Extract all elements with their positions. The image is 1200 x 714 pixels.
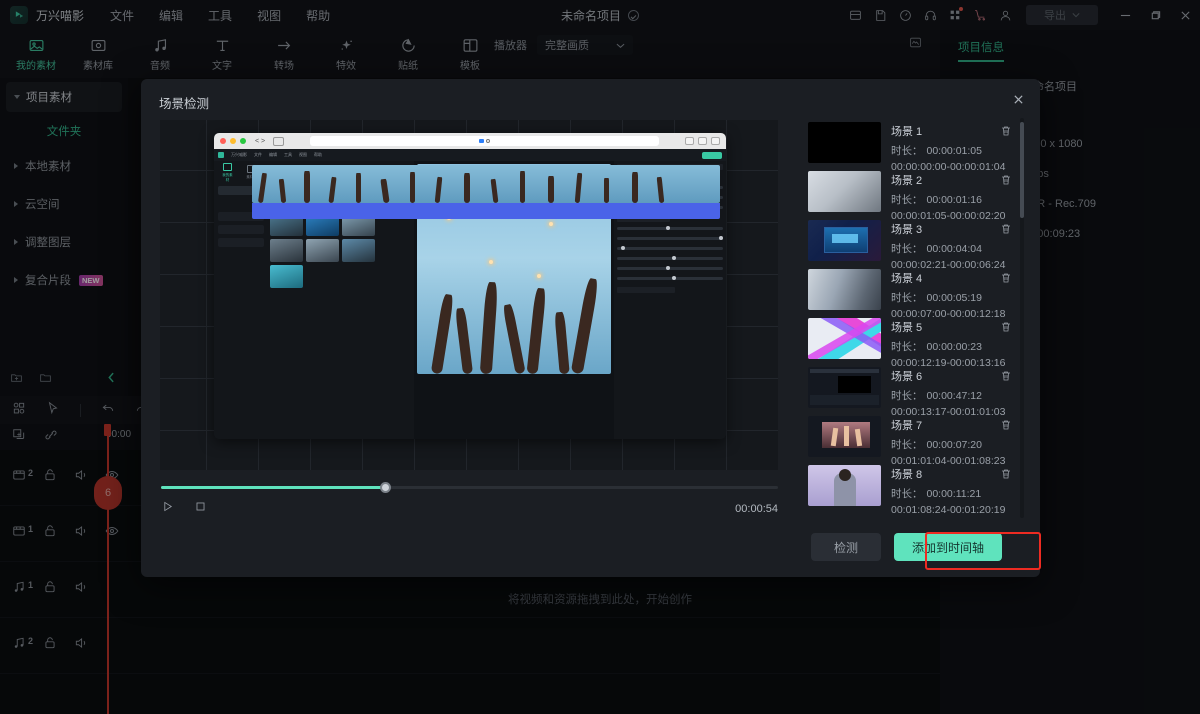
scene-item[interactable]: 场景 1 时长：00:00:01:05 00:00:00:00-00:00:01…: [808, 118, 1024, 167]
scene-item[interactable]: 场景 6 时长：00:00:47:12 00:00:13:17-00:01:01…: [808, 363, 1024, 412]
scene-duration: 00:00:05:19: [927, 292, 982, 304]
mac-url-bar: [310, 136, 659, 146]
delete-icon[interactable]: [1000, 124, 1012, 142]
scene-duration: 00:00:01:05: [927, 145, 982, 157]
nested-audio-clip: [252, 203, 720, 219]
app-window: 万兴喵影 文件 编辑 工具 视图 帮助 未命名项目: [0, 0, 1200, 714]
scrubber-progress: [161, 486, 386, 489]
nested-app-titlebar: 万兴喵影 文件编辑工具视图帮助: [214, 149, 726, 161]
scene-item[interactable]: 场景 7 时长：00:00:07:20 00:01:01:04-00:01:08…: [808, 412, 1024, 461]
scene-duration-label: 时长：: [891, 194, 923, 206]
scene-thumbnail: [808, 367, 881, 408]
detect-button[interactable]: 检测: [811, 533, 881, 561]
scene-thumbnail: [808, 416, 881, 457]
scene-item[interactable]: 场景 3 时长：00:00:04:04 00:00:02:21-00:00:06…: [808, 216, 1024, 265]
scene-thumbnail: [808, 269, 881, 310]
delete-icon[interactable]: [1000, 271, 1012, 289]
mac-toolbar-icons: [685, 137, 720, 145]
scene-thumbnail: [808, 465, 881, 506]
highlight-box: [925, 532, 1041, 570]
delete-icon[interactable]: [1000, 320, 1012, 338]
delete-icon[interactable]: [1000, 173, 1012, 191]
scrubber-handle[interactable]: [380, 482, 391, 493]
scene-item[interactable]: 场景 5 时长：00:00:00:23 00:00:12:19-00:00:13…: [808, 314, 1024, 363]
scene-range: 00:01:08:24-00:01:20:19: [891, 504, 1024, 516]
scene-thumbnail: [808, 220, 881, 261]
scene-duration: 00:00:11:21: [927, 488, 982, 500]
scene-duration: 00:00:00:23: [927, 341, 982, 353]
scene-duration: 00:00:01:16: [927, 194, 982, 206]
scene-duration-label: 时长：: [891, 145, 923, 157]
stop-icon[interactable]: [194, 500, 207, 518]
dialog-title: 场景检测: [159, 93, 209, 112]
delete-icon[interactable]: [1000, 222, 1012, 240]
scene-duration-label: 时长：: [891, 488, 923, 500]
scene-duration: 00:00:07:20: [927, 439, 982, 451]
scene-duration-label: 时长：: [891, 292, 923, 304]
mac-nav-icons: < >: [255, 138, 265, 145]
scene-duration: 00:00:04:04: [927, 243, 982, 255]
scene-item[interactable]: 场景 8 时长：00:00:11:21 00:01:08:24-00:01:20…: [808, 461, 1024, 510]
scene-preview-area: < > 万兴喵影 文件编辑工具视图帮助 我的素材 素材库 音频 文字 转场: [160, 120, 778, 470]
preview-screenshot: < > 万兴喵影 文件编辑工具视图帮助 我的素材 素材库 音频 文字 转场: [214, 133, 726, 439]
close-icon[interactable]: [1006, 87, 1030, 111]
total-time-label: 00:00:54: [735, 503, 778, 515]
scene-duration-label: 时长：: [891, 243, 923, 255]
scene-thumbnail: [808, 171, 881, 212]
scene-list[interactable]: 场景 1 时长：00:00:01:05 00:00:00:00-00:00:01…: [808, 118, 1024, 518]
preview-scrubber[interactable]: [161, 486, 778, 489]
delete-icon[interactable]: [1000, 369, 1012, 387]
scene-duration: 00:00:47:12: [927, 390, 982, 402]
scene-item[interactable]: 场景 2 时长：00:00:01:16 00:00:01:05-00:00:02…: [808, 167, 1024, 216]
delete-icon[interactable]: [1000, 467, 1012, 485]
scene-duration-label: 时长：: [891, 390, 923, 402]
playback-controls: 00:00:54: [161, 498, 778, 520]
scene-thumbnail: [808, 122, 881, 163]
scene-duration-label: 时长：: [891, 439, 923, 451]
scene-duration-label: 时长：: [891, 341, 923, 353]
nested-video-clip: [252, 165, 720, 203]
delete-icon[interactable]: [1000, 418, 1012, 436]
play-icon[interactable]: [161, 500, 174, 518]
scene-item[interactable]: 场景 4 时长：00:00:05:19 00:00:07:00-00:00:12…: [808, 265, 1024, 314]
mac-window-chrome: < >: [214, 133, 726, 149]
scene-thumbnail: [808, 318, 881, 359]
